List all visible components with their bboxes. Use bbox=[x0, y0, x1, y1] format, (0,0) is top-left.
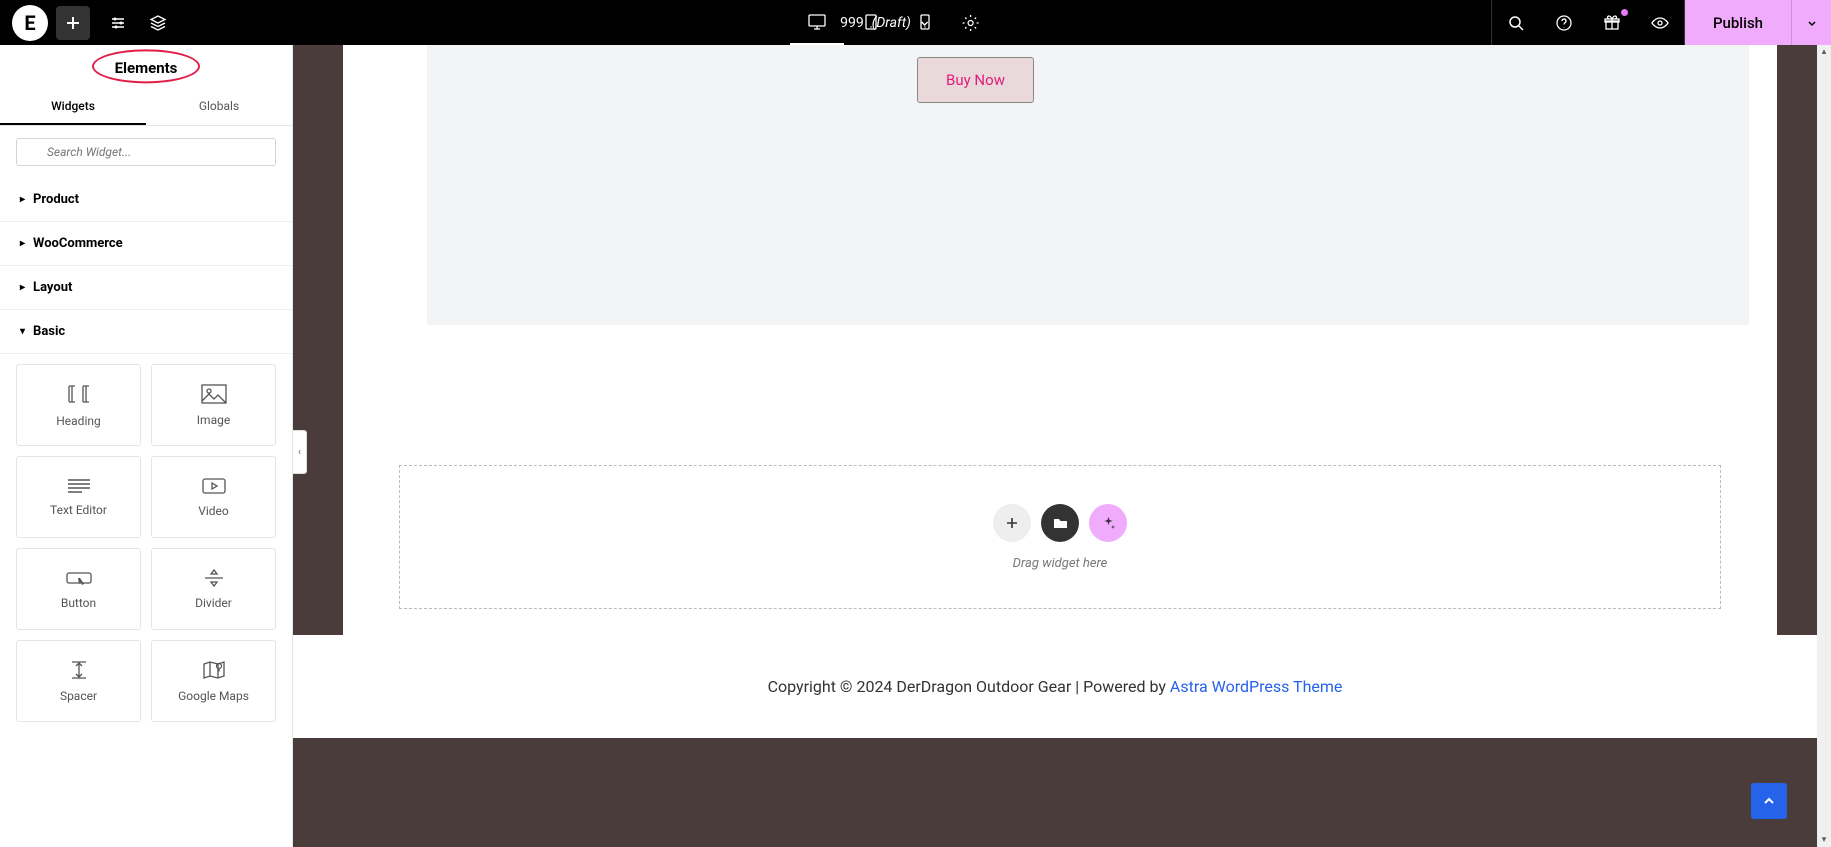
page-settings-button[interactable] bbox=[951, 3, 991, 43]
layers-icon bbox=[149, 14, 167, 32]
chevron-down-icon: ▾ bbox=[20, 326, 25, 337]
tab-widgets[interactable]: Widgets bbox=[0, 89, 146, 125]
widget-label: Divider bbox=[195, 596, 232, 610]
topbar-left-group: E bbox=[0, 3, 178, 43]
plus-icon bbox=[65, 15, 81, 31]
structure-button[interactable] bbox=[138, 3, 178, 43]
vertical-scrollbar[interactable]: ▴ ▾ bbox=[1817, 45, 1831, 847]
category-label: WooCommerce bbox=[33, 236, 123, 251]
desktop-icon bbox=[807, 13, 827, 31]
help-button[interactable] bbox=[1540, 3, 1588, 43]
search-widget-input[interactable] bbox=[16, 138, 276, 166]
map-icon bbox=[201, 659, 227, 681]
widget-heading[interactable]: Heading bbox=[16, 364, 141, 446]
widget-spacer[interactable]: Spacer bbox=[16, 640, 141, 722]
widget-video[interactable]: Video bbox=[151, 456, 276, 538]
chevron-up-icon bbox=[1761, 793, 1777, 809]
panel-tabs: Widgets Globals bbox=[0, 89, 292, 126]
gift-icon bbox=[1603, 14, 1621, 32]
search-icon bbox=[1507, 14, 1525, 32]
heading-icon bbox=[65, 382, 93, 406]
empty-section-dropzone[interactable]: Drag widget here bbox=[399, 465, 1721, 609]
scroll-to-top-button[interactable] bbox=[1751, 783, 1787, 819]
elementor-logo[interactable]: E bbox=[12, 5, 48, 41]
gear-icon bbox=[962, 14, 980, 32]
site-footer: Copyright © 2024 DerDragon Outdoor Gear … bbox=[293, 635, 1817, 738]
ai-button[interactable] bbox=[1089, 504, 1127, 542]
divider-icon bbox=[202, 568, 226, 588]
text-editor-icon bbox=[66, 477, 92, 495]
widget-divider[interactable]: Divider bbox=[151, 548, 276, 630]
editor-canvas: Buy Now Drag widget here Copyright © 202… bbox=[293, 45, 1817, 847]
button-icon bbox=[64, 568, 94, 588]
add-template-button[interactable] bbox=[1041, 504, 1079, 542]
publish-button[interactable]: Publish bbox=[1685, 0, 1791, 45]
dropzone-hint: Drag widget here bbox=[1013, 556, 1108, 571]
chevron-left-icon: ‹ bbox=[298, 447, 301, 458]
panel-title: Elements bbox=[0, 45, 292, 89]
category-basic[interactable]: ▾ Basic bbox=[0, 310, 292, 354]
widget-google-maps[interactable]: Google Maps bbox=[151, 640, 276, 722]
eye-icon bbox=[1650, 14, 1670, 32]
preview-button[interactable] bbox=[1636, 3, 1684, 43]
top-toolbar: E 999 (Draft) bbox=[0, 0, 1831, 45]
help-icon bbox=[1555, 14, 1573, 32]
chevron-right-icon: ▸ bbox=[20, 194, 25, 205]
image-icon bbox=[200, 383, 228, 405]
widget-label: Heading bbox=[56, 414, 101, 428]
publish-options-button[interactable] bbox=[1791, 0, 1831, 45]
pricing-section[interactable]: Buy Now bbox=[427, 45, 1749, 325]
scroll-up-arrow[interactable]: ▴ bbox=[1817, 45, 1831, 59]
tablet-view-button[interactable] bbox=[844, 0, 898, 45]
finder-button[interactable] bbox=[1492, 3, 1540, 43]
site-settings-button[interactable] bbox=[98, 3, 138, 43]
widget-label: Text Editor bbox=[50, 503, 107, 517]
topbar-right-group: Publish bbox=[1491, 0, 1831, 45]
category-label: Basic bbox=[33, 324, 65, 339]
category-label: Layout bbox=[33, 280, 72, 295]
widget-button[interactable]: Button bbox=[16, 548, 141, 630]
video-icon bbox=[200, 476, 228, 496]
plus-icon bbox=[1005, 516, 1019, 530]
page-content: Buy Now Drag widget here bbox=[343, 45, 1777, 669]
mobile-icon bbox=[919, 13, 931, 31]
collapse-panel-button[interactable]: ‹ bbox=[293, 430, 307, 474]
tablet-icon bbox=[863, 13, 879, 31]
widgets-grid: Heading Image Text Editor Video Button D… bbox=[0, 354, 292, 722]
buy-now-button[interactable]: Buy Now bbox=[917, 57, 1034, 103]
tab-globals[interactable]: Globals bbox=[146, 89, 292, 125]
sliders-icon bbox=[109, 14, 127, 32]
chevron-right-icon: ▸ bbox=[20, 238, 25, 249]
dropzone-buttons bbox=[993, 504, 1127, 542]
category-layout[interactable]: ▸ Layout bbox=[0, 266, 292, 310]
category-product[interactable]: ▸ Product bbox=[0, 178, 292, 222]
sparkle-icon bbox=[1101, 515, 1116, 530]
category-label: Product bbox=[33, 192, 79, 207]
widget-text-editor[interactable]: Text Editor bbox=[16, 456, 141, 538]
chevron-down-icon bbox=[1806, 17, 1818, 29]
widget-label: Image bbox=[197, 413, 230, 427]
widget-label: Video bbox=[198, 504, 229, 518]
responsive-device-group bbox=[790, 0, 952, 45]
widget-label: Google Maps bbox=[178, 689, 249, 703]
category-woocommerce[interactable]: ▸ WooCommerce bbox=[0, 222, 292, 266]
whats-new-button[interactable] bbox=[1588, 3, 1636, 43]
footer-theme-link[interactable]: Astra WordPress Theme bbox=[1170, 677, 1342, 696]
widget-label: Button bbox=[61, 596, 96, 610]
widget-image[interactable]: Image bbox=[151, 364, 276, 446]
footer-copyright: Copyright © 2024 DerDragon Outdoor Gear … bbox=[768, 677, 1170, 696]
add-element-button[interactable] bbox=[56, 6, 90, 40]
widget-label: Spacer bbox=[60, 689, 97, 703]
scroll-down-arrow[interactable]: ▾ bbox=[1817, 833, 1831, 847]
search-container bbox=[0, 126, 292, 178]
desktop-view-button[interactable] bbox=[790, 0, 844, 45]
elements-panel: Elements Widgets Globals ▸ Product ▸ WooCo… bbox=[0, 45, 293, 847]
panel-title-text: Elements bbox=[115, 59, 178, 77]
folder-icon bbox=[1053, 516, 1068, 529]
add-section-button[interactable] bbox=[993, 504, 1031, 542]
chevron-right-icon: ▸ bbox=[20, 282, 25, 293]
spacer-icon bbox=[68, 659, 90, 681]
mobile-view-button[interactable] bbox=[898, 0, 952, 45]
